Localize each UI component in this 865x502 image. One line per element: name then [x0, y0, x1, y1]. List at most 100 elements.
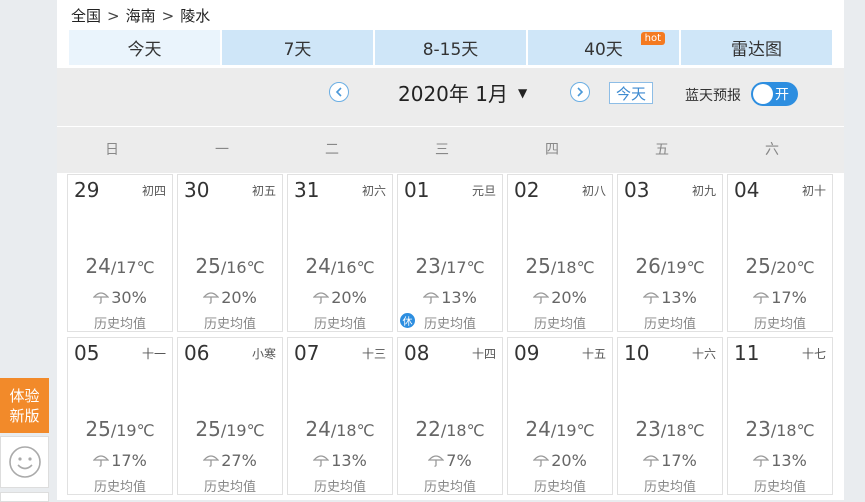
calendar-grid: 29 初四 24/17℃ 30% 历史均值 30 初五 25/16℃ 20% 历史均值 31 初六 24… — [67, 174, 833, 495]
rain-probability: 13% — [728, 451, 832, 470]
rain-probability: 30% — [68, 288, 172, 307]
calendar-day-cell[interactable]: 10 十六 23/18℃ 17% 历史均值 — [617, 337, 723, 495]
calendar-day-cell[interactable]: 06 小寒 25/19℃ 27% 历史均值 — [177, 337, 283, 495]
tab-today[interactable]: 今天 — [69, 30, 220, 65]
bluesky-forecast-label: 蓝天预报 — [685, 88, 741, 104]
calendar-day-cell[interactable]: 31 初六 24/16℃ 20% 历史均值 — [287, 174, 393, 332]
rain-value: 13% — [771, 451, 807, 470]
temp-high: 25 — [195, 417, 221, 441]
rain-probability: 13% — [288, 451, 392, 470]
temp-low: 17℃ — [116, 258, 155, 277]
rain-probability: 7% — [398, 451, 502, 470]
breadcrumb: 全国 > 海南 > 陵水 — [71, 5, 210, 26]
calendar-day-cell[interactable]: 30 初五 25/16℃ 20% 历史均值 — [177, 174, 283, 332]
lunar-date: 初八 — [581, 184, 606, 198]
try-label-line2: 新版 — [9, 406, 40, 425]
rain-value: 13% — [441, 288, 477, 307]
today-button[interactable]: 今天 — [609, 82, 653, 104]
temperature-range: 26/19℃ — [618, 254, 722, 278]
lunar-date: 十六 — [691, 347, 716, 361]
side-panel-item[interactable] — [0, 492, 49, 502]
rain-value: 30% — [111, 288, 147, 307]
try-new-version-button[interactable]: 体验 新版 — [0, 378, 49, 433]
temp-low: 17℃ — [446, 258, 485, 277]
calendar-day-cell[interactable]: 29 初四 24/17℃ 30% 历史均值 — [67, 174, 173, 332]
temp-high: 24 — [305, 254, 331, 278]
temp-high: 25 — [525, 254, 551, 278]
bluesky-toggle[interactable]: 开 — [751, 82, 798, 106]
umbrella-icon — [533, 455, 550, 467]
calendar-day-cell[interactable]: 04 初十 25/20℃ 17% 历史均值 — [727, 174, 833, 332]
tab-label: 8-15天 — [422, 40, 479, 60]
history-average-label: 历史均值 — [753, 317, 806, 332]
calendar-day-cell[interactable]: 07 十三 24/18℃ 13% 历史均值 — [287, 337, 393, 495]
chevron-right-circle-icon[interactable] — [570, 82, 590, 102]
temp-high: 23 — [745, 417, 771, 441]
temperature-range: 23/18℃ — [728, 417, 832, 441]
day-number: 05 — [74, 341, 100, 365]
rain-probability: 17% — [618, 451, 722, 470]
lunar-date: 十四 — [471, 347, 496, 361]
temp-low: 18℃ — [446, 421, 485, 440]
day-number: 03 — [624, 178, 650, 202]
day-number: 06 — [184, 341, 210, 365]
day-number: 29 — [74, 178, 100, 202]
rain-value: 7% — [446, 451, 472, 470]
rain-probability: 27% — [178, 451, 282, 470]
weekday-tue: 二 — [325, 142, 339, 158]
rain-value: 20% — [551, 288, 587, 307]
weekday-sat: 六 — [765, 142, 779, 158]
day-number: 31 — [294, 178, 320, 202]
umbrella-icon — [533, 292, 550, 304]
rain-probability: 17% — [728, 288, 832, 307]
tab-7-days[interactable]: 7天 — [222, 30, 373, 65]
lunar-date: 初六 — [361, 184, 386, 198]
calendar-day-cell[interactable]: 01 元旦 23/17℃ 13% 历史均值休 — [397, 174, 503, 332]
breadcrumb-province[interactable]: 海南 — [126, 5, 156, 26]
day-number: 04 — [734, 178, 760, 202]
lunar-date: 十三 — [361, 347, 386, 361]
lunar-date: 元旦 — [471, 184, 496, 198]
temp-high: 26 — [635, 254, 661, 278]
tab-8-15-days[interactable]: 8-15天 — [375, 30, 526, 65]
calendar-day-cell[interactable]: 09 十五 24/19℃ 20% 历史均值 — [507, 337, 613, 495]
weather-calendar-page: 全国 > 海南 > 陵水 今天 7天 8-15天 40天 hot 雷达图 2020… — [57, 0, 844, 500]
history-average-label: 历史均值 — [203, 480, 256, 495]
calendar-day-cell[interactable]: 02 初八 25/18℃ 20% 历史均值 — [507, 174, 613, 332]
feedback-button[interactable] — [0, 436, 49, 488]
day-number: 11 — [734, 341, 760, 365]
umbrella-icon — [93, 455, 110, 467]
temp-low: 20℃ — [776, 258, 815, 277]
calendar-day-cell[interactable]: 08 十四 22/18℃ 7% 历史均值 — [397, 337, 503, 495]
breadcrumb-country[interactable]: 全国 — [71, 5, 101, 26]
rain-value: 13% — [661, 288, 697, 307]
temp-high: 24 — [305, 417, 331, 441]
temp-low: 19℃ — [666, 258, 705, 277]
temp-high: 25 — [85, 417, 111, 441]
lunar-date: 初五 — [251, 184, 276, 198]
temperature-range: 23/18℃ — [618, 417, 722, 441]
weekday-fri: 五 — [655, 142, 669, 158]
umbrella-icon — [93, 292, 110, 304]
month-selector[interactable]: 2020年 1月 ▼ — [398, 78, 527, 107]
tab-40-days[interactable]: 40天 hot — [528, 30, 679, 65]
chevron-left-circle-icon[interactable] — [329, 82, 349, 102]
calendar-day-cell[interactable]: 03 初九 26/19℃ 13% 历史均值 — [617, 174, 723, 332]
rain-value: 20% — [221, 288, 257, 307]
day-number: 09 — [514, 341, 540, 365]
hot-badge: hot — [640, 32, 665, 45]
month-navigation-bar: 2020年 1月 ▼ 今天 蓝天预报 开 — [57, 68, 844, 126]
tab-radar[interactable]: 雷达图 — [681, 30, 832, 65]
weekday-sun: 日 — [105, 142, 119, 158]
temperature-range: 24/19℃ — [508, 417, 612, 441]
temp-low: 16℃ — [336, 258, 375, 277]
forecast-tabs: 今天 7天 8-15天 40天 hot 雷达图 — [69, 30, 832, 65]
calendar-day-cell[interactable]: 11 十七 23/18℃ 13% 历史均值 — [727, 337, 833, 495]
day-number: 02 — [514, 178, 540, 202]
umbrella-icon — [423, 292, 440, 304]
rain-probability: 13% — [398, 288, 502, 307]
temp-high: 23 — [415, 254, 441, 278]
history-average-label: 历史均值 — [533, 317, 586, 332]
calendar-day-cell[interactable]: 05 十一 25/19℃ 17% 历史均值 — [67, 337, 173, 495]
rain-probability: 17% — [68, 451, 172, 470]
